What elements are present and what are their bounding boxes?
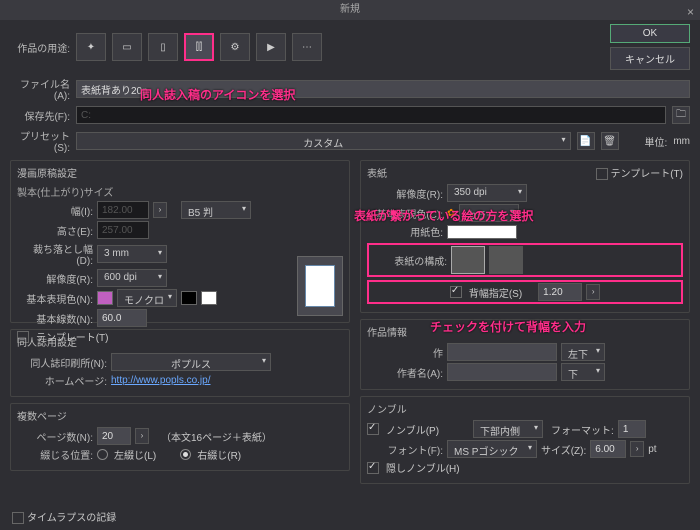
cover-dpi-dropdown[interactable]: 350 dpi — [447, 184, 527, 202]
color-dropdown[interactable]: モノクロ — [117, 289, 177, 307]
fontsize-input[interactable] — [590, 440, 626, 458]
cover-layout-joined[interactable] — [451, 246, 485, 274]
timelapse-check[interactable] — [12, 512, 24, 524]
color-preview-icon — [97, 291, 113, 305]
author-pos-dropdown[interactable]: 下 — [561, 363, 605, 381]
author-input[interactable] — [447, 363, 557, 381]
preset-save-icon[interactable]: 📄 — [577, 132, 595, 150]
nombre-check[interactable] — [367, 423, 379, 435]
purpose-label: 作品の用途: — [10, 40, 70, 55]
printer-dropdown[interactable]: ポプルス — [111, 353, 271, 371]
folder-icon[interactable]: 🗀 — [672, 106, 690, 124]
purpose-icon-1[interactable]: ✦ — [76, 33, 106, 61]
preset-label: プリセット(S): — [10, 128, 70, 154]
bind-left-radio[interactable] — [97, 449, 108, 460]
dpi-dropdown[interactable]: 600 dpi — [97, 269, 167, 287]
ok-button[interactable]: OK — [610, 24, 690, 43]
manga-section: 漫画原稿設定 製本(仕上がり)サイズ 幅(I):›B5 判 高さ(E): 裁ち落… — [10, 160, 350, 323]
saveto-input[interactable] — [76, 106, 666, 124]
purpose-icon-doujin[interactable]: ⫿⫿ — [184, 33, 214, 61]
work-pos-dropdown[interactable]: 左下 — [561, 343, 605, 361]
window-title: 新規 — [340, 4, 360, 15]
template-check-r[interactable] — [596, 168, 608, 180]
cover-layout-split[interactable] — [489, 246, 523, 274]
height-input[interactable] — [97, 221, 149, 239]
swatch-white[interactable] — [201, 291, 217, 305]
paper-color-swatch[interactable] — [447, 225, 517, 239]
doujin-section: 同人誌用設定 同人誌印刷所(N):ポプルス ホームページ:http://www.… — [10, 329, 350, 397]
saveto-label: 保存先(F): — [10, 108, 70, 123]
multipage-section: 複数ページ ページ数(N):›（本文16ページ＋表紙） 綴じる位置:左綴じ(L)… — [10, 403, 350, 471]
work-input[interactable] — [447, 343, 557, 361]
bind-right-radio[interactable] — [180, 449, 191, 460]
cancel-button[interactable]: キャンセル — [610, 47, 690, 70]
spine-input[interactable] — [538, 283, 582, 301]
purpose-icon-2[interactable]: ▭ — [112, 33, 142, 61]
purpose-icon-5[interactable]: ⚙ — [220, 33, 250, 61]
nombre-section: ノンブル ノンブル(P)下部内側フォーマット: フォント(F):MS Pゴシック… — [360, 396, 690, 484]
preset-del-icon[interactable]: 🗑 — [601, 132, 619, 150]
filename-label: ファイル名(A): — [10, 76, 70, 102]
lines-input[interactable] — [97, 309, 147, 327]
font-dropdown[interactable]: MS Pゴシック — [447, 440, 537, 458]
filename-input[interactable] — [76, 80, 690, 98]
preset-dropdown[interactable]: カスタム — [76, 132, 571, 150]
cover-color-dropdown[interactable]: カラー — [459, 204, 519, 222]
unit-label: 単位: — [645, 134, 668, 149]
bleed-dropdown[interactable]: 3 mm — [97, 245, 167, 263]
hidden-nombre-check[interactable] — [367, 462, 379, 474]
purpose-icon-6[interactable]: ▶ — [256, 33, 286, 61]
purpose-icon-3[interactable]: ▯ — [148, 33, 178, 61]
spine-check[interactable] — [450, 286, 462, 298]
swatch-black[interactable] — [181, 291, 197, 305]
width-input[interactable] — [97, 201, 149, 219]
info-section: 作品情報 作左下 作者名(A):下 — [360, 319, 690, 390]
format-input[interactable] — [618, 420, 646, 438]
homepage-link[interactable]: http://www.popls.co.jp/ — [111, 375, 211, 386]
close-icon[interactable]: × — [687, 2, 694, 22]
nombre-pos-dropdown[interactable]: 下部内側 — [473, 420, 543, 438]
cover-section: 表紙 テンプレート(T) 解像度(R):350 dpi 基本表現色(C):✿カラ… — [360, 160, 690, 313]
unit-value: mm — [673, 136, 690, 147]
pages-input[interactable] — [97, 427, 131, 445]
page-preview — [297, 256, 343, 316]
size-dropdown[interactable]: B5 判 — [181, 201, 251, 219]
purpose-icon-more[interactable]: ⋯ — [292, 33, 322, 61]
